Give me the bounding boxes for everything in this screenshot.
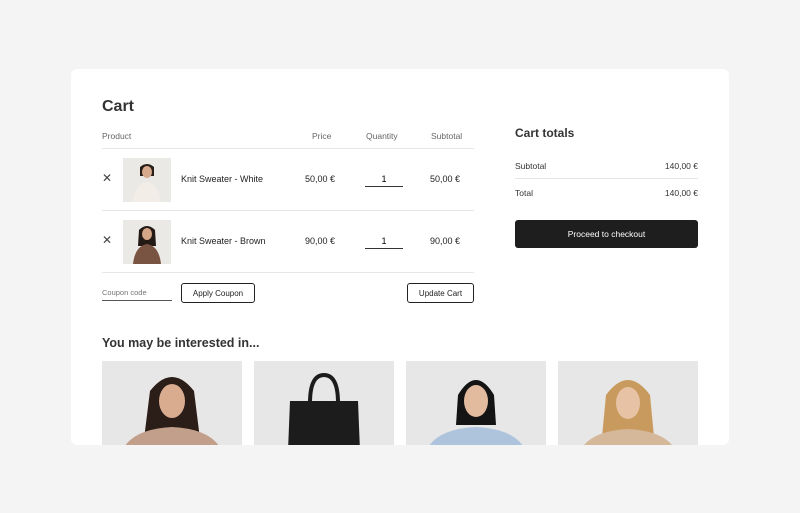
product-subtotal: 90,00 € bbox=[430, 236, 461, 246]
product-thumbnail[interactable] bbox=[123, 220, 171, 264]
subtotal-row: Subtotal 140,00 € bbox=[515, 152, 698, 179]
model-beige-sweater-image bbox=[558, 361, 698, 445]
recommendation-card[interactable] bbox=[254, 361, 394, 445]
recommendation-card[interactable] bbox=[558, 361, 698, 445]
product-name[interactable]: Knit Sweater - White bbox=[181, 174, 263, 184]
page-title: Cart bbox=[102, 98, 135, 115]
product-thumbnail[interactable] bbox=[123, 158, 171, 202]
sweater-white-image bbox=[123, 158, 171, 202]
total-row: Total 140,00 € bbox=[515, 179, 698, 206]
table-row: ✕ Knit Sweater - White 50,00 € 50,00 € bbox=[102, 149, 474, 211]
coupon-input[interactable] bbox=[102, 285, 172, 301]
product-price: 50,00 € bbox=[305, 174, 336, 184]
recommendation-card[interactable] bbox=[406, 361, 546, 445]
column-header-subtotal: Subtotal bbox=[431, 131, 463, 141]
column-header-product: Product bbox=[102, 131, 132, 141]
table-row: ✕ Knit Sweater - Brown 90,00 € 90,00 € bbox=[102, 211, 474, 273]
remove-item-icon[interactable]: ✕ bbox=[102, 233, 112, 247]
product-name[interactable]: Knit Sweater - Brown bbox=[181, 236, 266, 246]
proceed-to-checkout-button[interactable]: Proceed to checkout bbox=[515, 220, 698, 248]
sweater-brown-image bbox=[123, 220, 171, 264]
coupon-row: Apply Coupon Update Cart bbox=[102, 273, 474, 311]
total-label: Total bbox=[515, 188, 533, 198]
model-blue-sweater-image bbox=[406, 361, 546, 445]
total-value: 140,00 € bbox=[664, 188, 698, 198]
subtotal-label: Subtotal bbox=[515, 161, 547, 171]
remove-item-icon[interactable]: ✕ bbox=[102, 171, 112, 185]
recommendation-card[interactable] bbox=[102, 361, 242, 445]
column-header-quantity: Quantity bbox=[366, 131, 398, 141]
product-price: 90,00 € bbox=[305, 236, 336, 246]
model-brown-top-image bbox=[102, 361, 242, 445]
table-header: Product Price Quantity Subtotal bbox=[102, 131, 474, 149]
quantity-input[interactable] bbox=[365, 233, 403, 249]
apply-coupon-button[interactable]: Apply Coupon bbox=[181, 283, 255, 303]
column-header-price: Price bbox=[312, 131, 332, 141]
recommendations-title: You may be interested in... bbox=[102, 336, 260, 350]
update-cart-button[interactable]: Update Cart bbox=[407, 283, 474, 303]
cart-card: Cart Product Price Quantity Subtotal ✕ K… bbox=[71, 69, 729, 445]
cart-totals-title: Cart totals bbox=[515, 126, 575, 140]
subtotal-value: 140,00 € bbox=[664, 161, 698, 171]
quantity-input[interactable] bbox=[365, 171, 403, 187]
cart-totals: Cart totals Subtotal 140,00 € Total 140,… bbox=[515, 126, 698, 248]
product-subtotal: 50,00 € bbox=[430, 174, 461, 184]
cart-table: Product Price Quantity Subtotal ✕ Knit S… bbox=[102, 131, 474, 311]
handbag-image bbox=[254, 361, 394, 445]
